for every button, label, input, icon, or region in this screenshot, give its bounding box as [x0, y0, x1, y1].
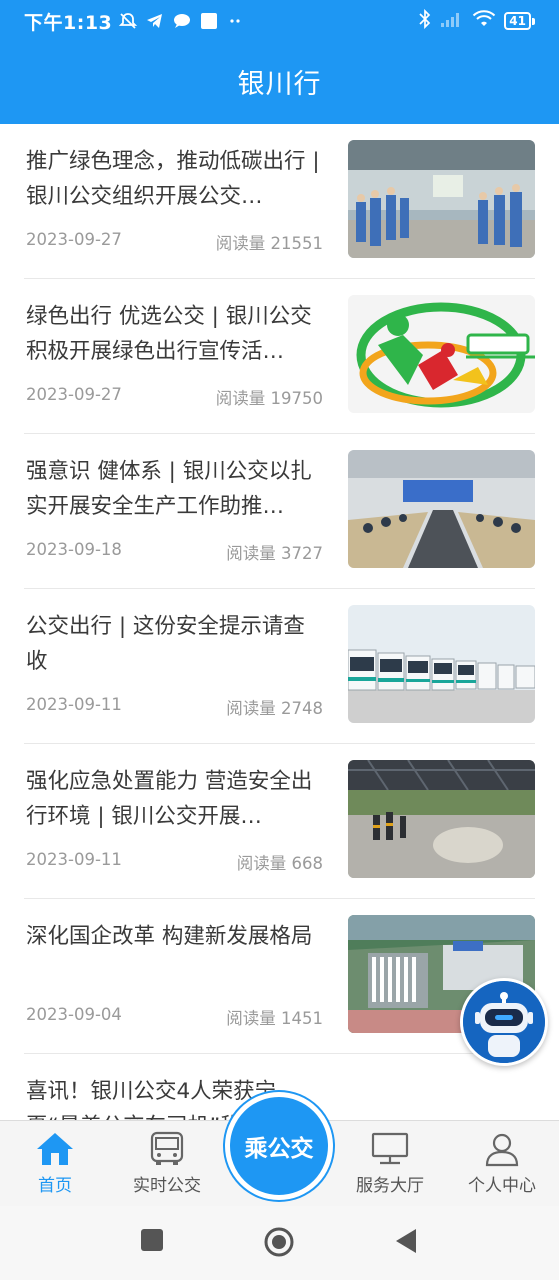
user-icon [485, 1133, 519, 1167]
circle-icon [264, 1227, 294, 1257]
home-icon [37, 1133, 73, 1165]
back-triangle-icon [396, 1229, 416, 1253]
news-date: 2023-09-18 [26, 540, 122, 559]
status-bar: 下午1:13 41 [0, 0, 559, 42]
news-item[interactable]: 推广绿色理念，推动低碳出行 | 银川公交组织开展公交… 2023-09-27 阅… [24, 124, 535, 279]
news-list: 推广绿色理念，推动低碳出行 | 银川公交组织开展公交… 2023-09-27 阅… [0, 124, 559, 1120]
app-header: 下午1:13 41 银川行 [0, 0, 559, 124]
home-nav-button[interactable] [263, 1226, 295, 1262]
app-square-icon [199, 11, 219, 31]
news-title: 推广绿色理念，推动低碳出行 | 银川公交组织开展公交… [26, 149, 320, 209]
news-thumbnail [348, 140, 535, 258]
news-date: 2023-09-27 [26, 385, 122, 404]
news-read-count: 阅读量 21551 [215, 234, 323, 253]
tab-label: 实时公交 [133, 1176, 201, 1196]
news-read-count: 阅读量 19750 [215, 389, 323, 408]
tab-profile[interactable]: 个人中心 [447, 1121, 557, 1207]
assistant-robot-button[interactable] [460, 978, 548, 1066]
tab-label: 首页 [38, 1176, 72, 1196]
status-notification-icons [118, 11, 246, 31]
news-item[interactable]: 公交出行 | 这份安全提示请查收 2023-09-11 阅读量 2748 [24, 589, 535, 744]
news-read-count: 阅读量 1451 [226, 1009, 323, 1028]
news-title: 强意识 健体系 | 银川公交以扎实开展安全生产工作助推… [26, 459, 312, 519]
news-thumbnail [348, 760, 535, 878]
news-read-count: 阅读量 2748 [226, 699, 323, 718]
cell-signal-icon [440, 9, 464, 34]
wifi-icon [472, 9, 496, 34]
recent-apps-button[interactable] [140, 1228, 164, 1256]
news-thumbnail [348, 605, 535, 723]
news-date: 2023-09-11 [26, 850, 122, 869]
ride-bus-button[interactable]: 乘公交 [225, 1092, 333, 1200]
back-button[interactable] [394, 1228, 418, 1258]
bluetooth-icon [418, 8, 432, 34]
news-date: 2023-09-04 [26, 1005, 122, 1024]
telegram-icon [145, 11, 165, 31]
news-title: 强化应急处置能力 营造安全出行环境 | 银川公交开展… [26, 769, 313, 829]
tab-label: 服务大厅 [356, 1176, 424, 1196]
news-item[interactable]: 强意识 健体系 | 银川公交以扎实开展安全生产工作助推… 2023-09-18 … [24, 434, 535, 589]
news-item[interactable]: 绿色出行 优选公交 | 银川公交积极开展绿色出行宣传活… 2023-09-27 … [24, 279, 535, 434]
status-time: 下午1:13 [24, 11, 113, 34]
news-title: 深化国企改革 构建新发展格局 [26, 924, 313, 949]
square-icon [141, 1229, 163, 1251]
page-title: 银川行 [237, 69, 322, 100]
monitor-icon [371, 1132, 409, 1165]
news-item[interactable]: 强化应急处置能力 营造安全出行环境 | 银川公交开展… 2023-09-11 阅… [24, 744, 535, 899]
status-system-icons: 41 [418, 8, 535, 34]
chat-bubble-icon [172, 11, 192, 31]
battery-icon: 41 [504, 12, 535, 30]
tab-home[interactable]: 首页 [0, 1121, 110, 1207]
news-read-count: 阅读量 668 [236, 854, 323, 873]
news-title: 公交出行 | 这份安全提示请查收 [26, 614, 305, 674]
mute-bell-icon [118, 11, 138, 31]
news-title: 绿色出行 优选公交 | 银川公交积极开展绿色出行宣传活… [26, 304, 312, 364]
news-date: 2023-09-27 [26, 230, 122, 249]
news-date: 2023-09-11 [26, 695, 122, 714]
news-item[interactable]: 深化国企改革 构建新发展格局 2023-09-04 阅读量 1451 [24, 899, 535, 1054]
news-thumbnail [348, 450, 535, 568]
robot-icon [463, 981, 545, 1063]
tab-service-hall[interactable]: 服务大厅 [335, 1121, 445, 1207]
bus-icon [150, 1131, 184, 1165]
battery-level: 41 [504, 12, 531, 30]
news-thumbnail [348, 295, 535, 413]
more-dots-icon [226, 11, 246, 31]
tab-realtime-bus[interactable]: 实时公交 [112, 1121, 222, 1207]
news-read-count: 阅读量 3727 [226, 544, 323, 563]
system-navigation-bar [0, 1206, 559, 1280]
tab-label: 个人中心 [468, 1176, 536, 1196]
